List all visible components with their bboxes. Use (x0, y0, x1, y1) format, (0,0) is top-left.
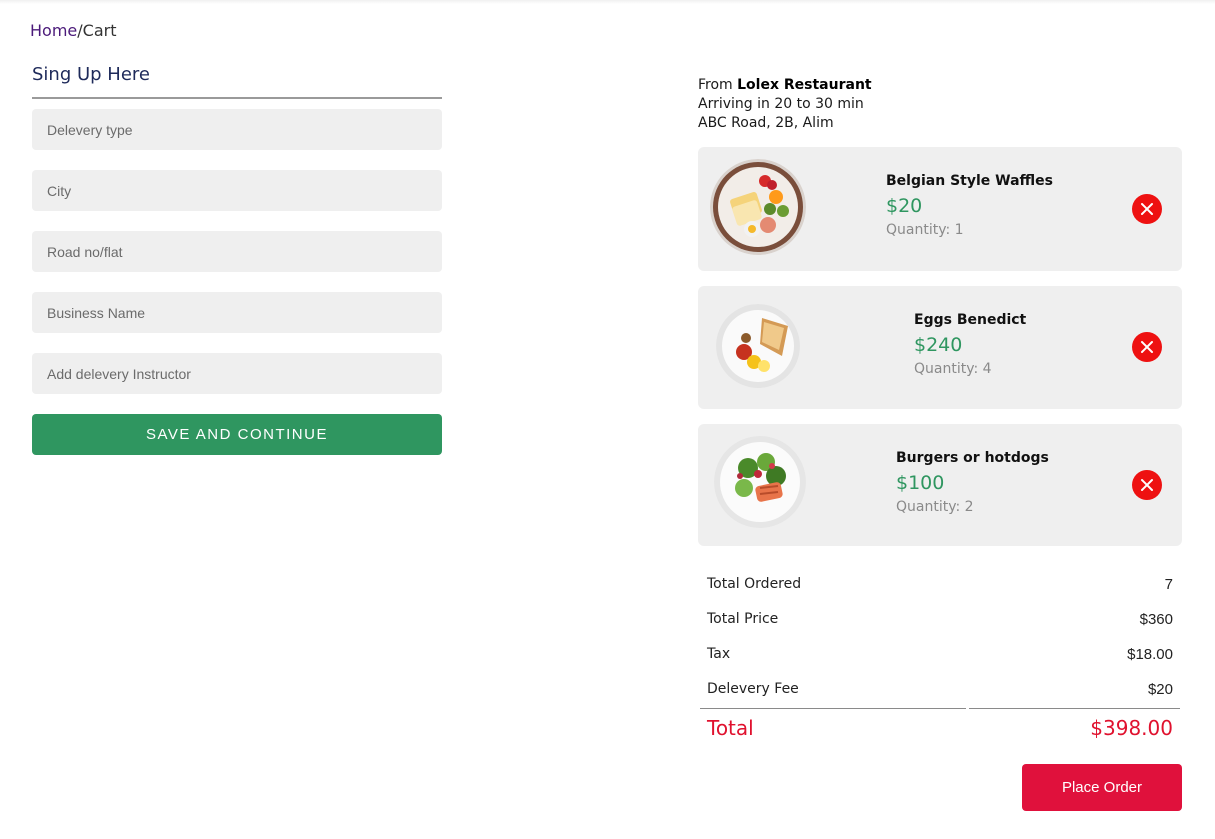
cart-item: Burgers or hotdogs $100 Quantity: 2 (698, 424, 1182, 546)
total-label: Total (707, 716, 754, 740)
road-flat-input[interactable] (32, 231, 442, 272)
summary-row-total-ordered: Total Ordered 7 (698, 568, 1182, 603)
cart-item: Eggs Benedict $240 Quantity: 4 (698, 286, 1182, 409)
close-icon (1141, 479, 1153, 491)
summary-row-total-price: Total Price $360 (698, 603, 1182, 638)
item-price: $20 (886, 195, 923, 217)
place-order-button[interactable]: Place Order (1022, 764, 1182, 811)
cart-item: Belgian Style Waffles $20 Quantity: 1 (698, 147, 1182, 271)
save-and-continue-button[interactable]: SAVE AND CONTINUE (32, 414, 442, 455)
delivery-address: ABC Road, 2B, Alim (698, 115, 834, 131)
breadcrumb: Home/Cart (30, 21, 116, 40)
summary-label: Tax (707, 646, 731, 662)
summary-label: Total Ordered (707, 576, 802, 592)
remove-item-button[interactable] (1132, 194, 1162, 224)
order-from-line: From Lolex Restaurant (698, 76, 872, 95)
item-name: Burgers or hotdogs (896, 450, 1049, 466)
remove-item-button[interactable] (1132, 470, 1162, 500)
order-info: From Lolex Restaurant Arriving in 20 to … (698, 76, 872, 133)
item-name: Eggs Benedict (914, 312, 1027, 328)
delivery-instructions-input[interactable] (32, 353, 442, 394)
remove-item-button[interactable] (1132, 332, 1162, 362)
breadcrumb-current: Cart (82, 21, 117, 40)
summary-value: $18.00 (1127, 646, 1173, 663)
breakfast-plate-icon (710, 159, 806, 255)
business-name-input[interactable] (32, 292, 442, 333)
item-name: Belgian Style Waffles (886, 173, 1053, 189)
item-quantity: Quantity: 2 (896, 499, 974, 515)
top-shadow (0, 0, 1215, 4)
summary-row-delivery-fee: Delevery Fee $20 (698, 673, 1182, 708)
city-input[interactable] (32, 170, 442, 211)
item-details: Burgers or hotdogs $100 Quantity: 2 (896, 450, 1049, 515)
form-title-divider (32, 97, 442, 99)
item-quantity: Quantity: 4 (914, 361, 992, 377)
item-price: $240 (914, 334, 963, 356)
item-details: Eggs Benedict $240 Quantity: 4 (914, 312, 1026, 377)
arrival-time: Arriving in 20 to 30 min (698, 96, 864, 112)
toast-eggs-plate-icon (716, 304, 800, 388)
summary-label: Delevery Fee (707, 681, 799, 697)
delivery-type-input[interactable] (32, 109, 442, 150)
item-details: Belgian Style Waffles $20 Quantity: 1 (886, 173, 1053, 238)
item-price: $100 (896, 472, 945, 494)
form-title: Sing Up Here (32, 64, 150, 85)
summary-row-tax: Tax $18.00 (698, 638, 1182, 673)
close-icon (1141, 203, 1153, 215)
summary-value: $360 (1139, 611, 1173, 628)
close-icon (1141, 341, 1153, 353)
salmon-salad-plate-icon (714, 436, 806, 528)
summary-label: Total Price (707, 611, 779, 627)
summary-value: $20 (1147, 681, 1173, 698)
summary-divider (700, 708, 966, 709)
order-from-prefix: From (698, 77, 733, 93)
restaurant-name: Lolex Restaurant (737, 77, 872, 93)
summary-value: 7 (1164, 576, 1173, 593)
item-quantity: Quantity: 1 (886, 222, 964, 238)
summary-divider (969, 708, 1180, 709)
total-value: $398.00 (1090, 716, 1173, 740)
breadcrumb-home-link[interactable]: Home (30, 21, 77, 40)
